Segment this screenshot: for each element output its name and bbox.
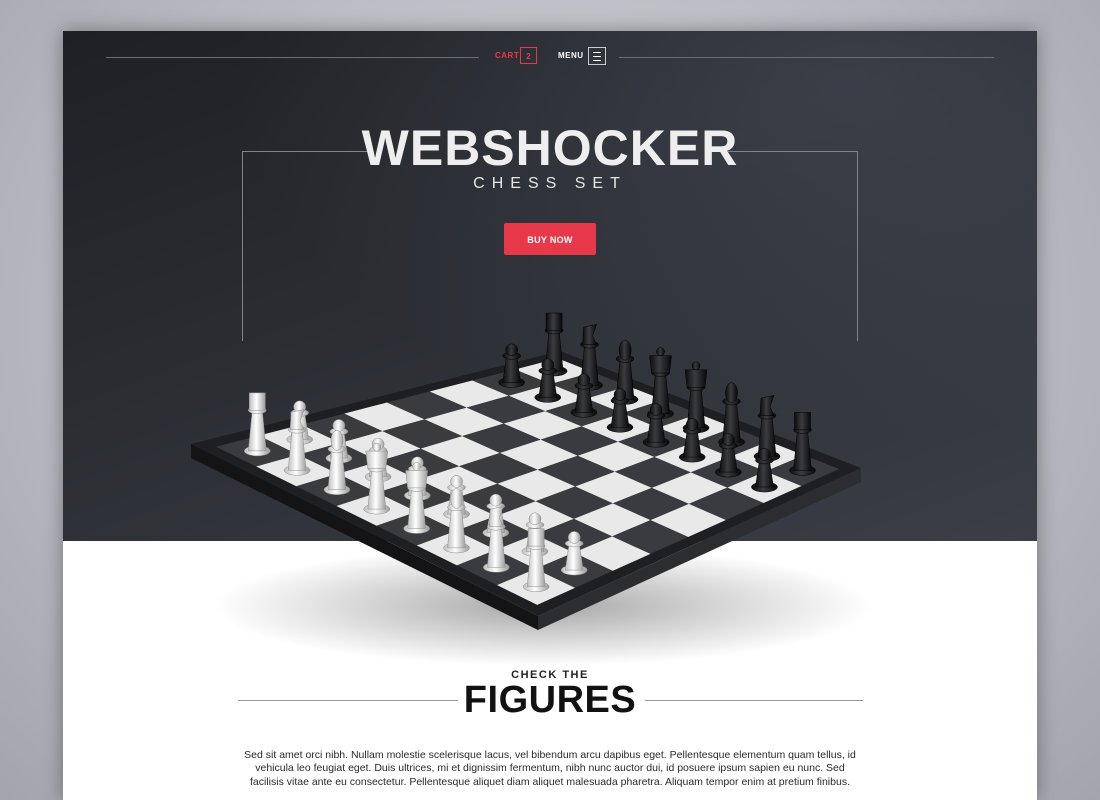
menu-label[interactable]: MENU bbox=[558, 51, 584, 60]
buy-now-button[interactable]: BUY NOW bbox=[504, 223, 596, 255]
board-square bbox=[497, 568, 575, 605]
hero-section: CART 2 MENU WEBSHOCKER CHESS SET BUY NOW bbox=[63, 31, 1037, 541]
cart-link[interactable]: CART bbox=[495, 51, 519, 60]
hero-title: WEBSHOCKER bbox=[361, 120, 739, 176]
board-square bbox=[456, 549, 536, 586]
board-shadow bbox=[213, 546, 873, 666]
board-square bbox=[573, 536, 651, 571]
nav-divider-right bbox=[619, 57, 994, 58]
hamburger-icon[interactable] bbox=[588, 47, 606, 65]
board-square bbox=[535, 552, 613, 588]
landing-page: CART 2 MENU WEBSHOCKER CHESS SET BUY NOW bbox=[63, 31, 1037, 800]
hero-subtitle: CHESS SET bbox=[473, 175, 627, 192]
cart-count-badge[interactable]: 2 bbox=[520, 47, 537, 64]
section-description: Sed sit amet orci nibh. Nullam molestie … bbox=[244, 748, 856, 788]
nav-divider-left bbox=[106, 57, 479, 58]
section-divider-right bbox=[645, 700, 863, 701]
section-title: FIGURES bbox=[463, 679, 637, 721]
